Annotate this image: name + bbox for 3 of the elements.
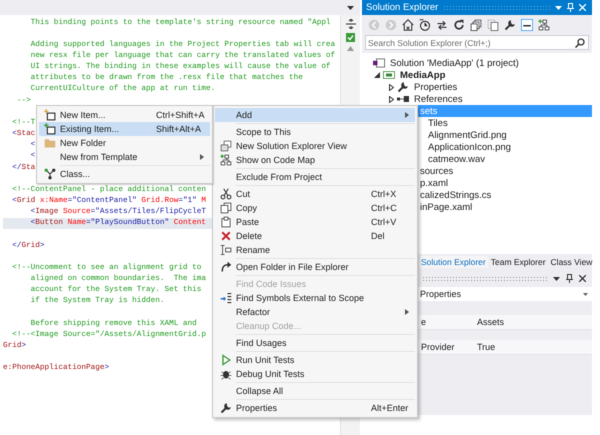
panel-title: Solution Explorer xyxy=(366,2,438,13)
property-name: Provider xyxy=(420,342,456,352)
property-name: e xyxy=(420,317,428,327)
